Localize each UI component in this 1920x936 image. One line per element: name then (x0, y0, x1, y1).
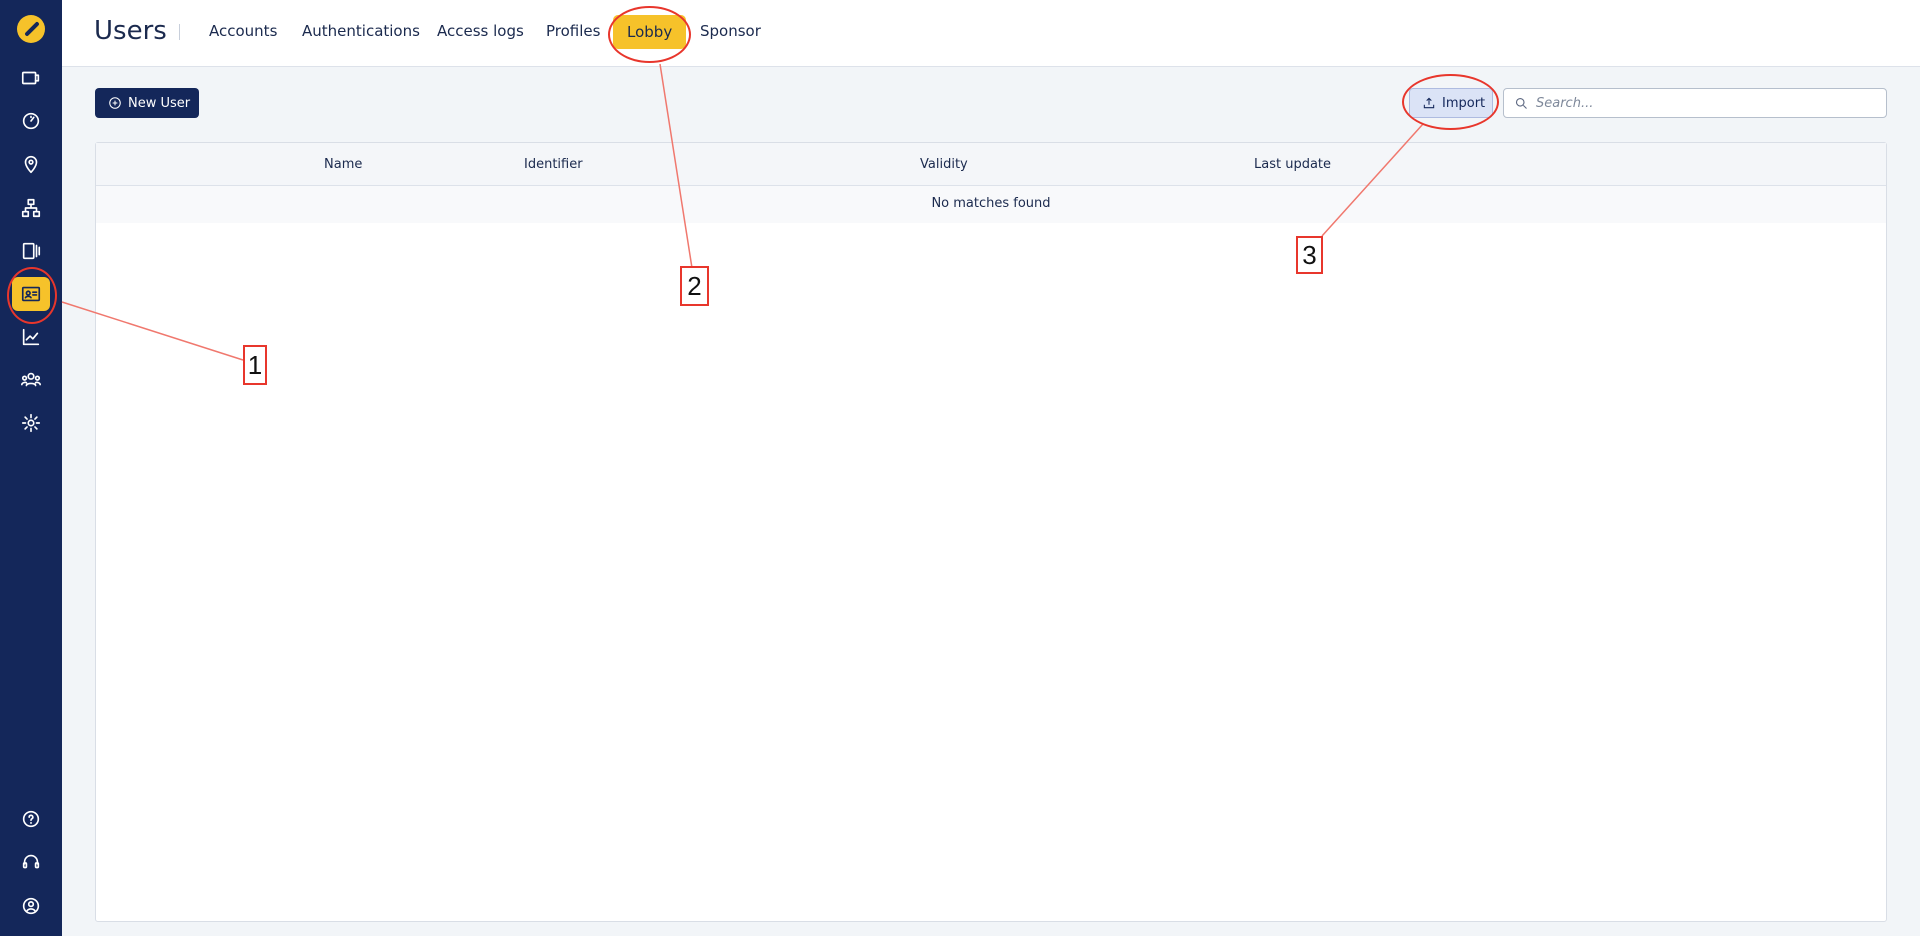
column-header-validity[interactable]: Validity (920, 157, 968, 172)
sidebar-item-location[interactable] (12, 147, 50, 181)
sidebar-item-device[interactable] (12, 234, 50, 268)
tab-sponsor[interactable]: Sponsor (700, 22, 761, 40)
column-header-last-update[interactable]: Last update (1254, 157, 1331, 172)
search-icon (1515, 97, 1527, 109)
annotation-circle-3 (1402, 74, 1499, 130)
sidebar (0, 0, 62, 936)
annotation-label-2: 2 (680, 266, 709, 306)
chart-icon (22, 328, 40, 346)
table-row: No matches found (96, 186, 1886, 223)
ticket-icon (21, 71, 40, 85)
sidebar-item-help[interactable] (12, 802, 50, 836)
new-user-label: New User (128, 95, 191, 111)
annotation-label-3: 3 (1296, 236, 1323, 274)
table-header: Name Identifier Validity Last update (96, 143, 1886, 186)
search-box (1503, 88, 1887, 118)
tab-authentications[interactable]: Authentications (302, 22, 420, 40)
header: Users Accounts Authentications Access lo… (62, 0, 1920, 67)
title-separator (179, 24, 180, 40)
column-header-identifier[interactable]: Identifier (524, 157, 583, 172)
annotation-circle-1 (7, 267, 57, 324)
plus-circle-icon (109, 97, 121, 109)
users-icon (21, 372, 41, 387)
account-icon (22, 897, 40, 915)
gear-icon (21, 413, 41, 433)
sidebar-item-analytics[interactable] (12, 320, 50, 354)
headset-icon (22, 854, 40, 869)
page-title: Users (94, 16, 167, 46)
help-icon (22, 810, 40, 828)
sidebar-item-account[interactable] (12, 889, 50, 923)
network-icon (21, 198, 41, 218)
annotation-circle-2 (608, 6, 691, 63)
search-input[interactable] (1536, 93, 1876, 113)
annotation-label-1: 1 (243, 345, 267, 385)
new-user-button[interactable]: New User (95, 88, 199, 118)
column-header-name[interactable]: Name (324, 157, 362, 172)
sidebar-item-groups[interactable] (12, 363, 50, 397)
sidebar-item-support[interactable] (12, 845, 50, 879)
location-icon (24, 155, 38, 174)
sidebar-item-dashboard[interactable] (12, 104, 50, 138)
users-table: Name Identifier Validity Last update No … (95, 142, 1887, 922)
sidebar-item-settings[interactable] (12, 406, 50, 440)
tab-accounts[interactable]: Accounts (209, 22, 277, 40)
tab-profiles[interactable]: Profiles (546, 22, 600, 40)
device-icon (22, 242, 41, 260)
empty-message: No matches found (931, 196, 1051, 211)
dashboard-icon (22, 112, 40, 130)
sidebar-item-network[interactable] (12, 191, 50, 225)
logo-icon[interactable] (17, 15, 45, 43)
sidebar-item-ticket[interactable] (12, 61, 50, 95)
tab-access-logs[interactable]: Access logs (437, 22, 524, 40)
